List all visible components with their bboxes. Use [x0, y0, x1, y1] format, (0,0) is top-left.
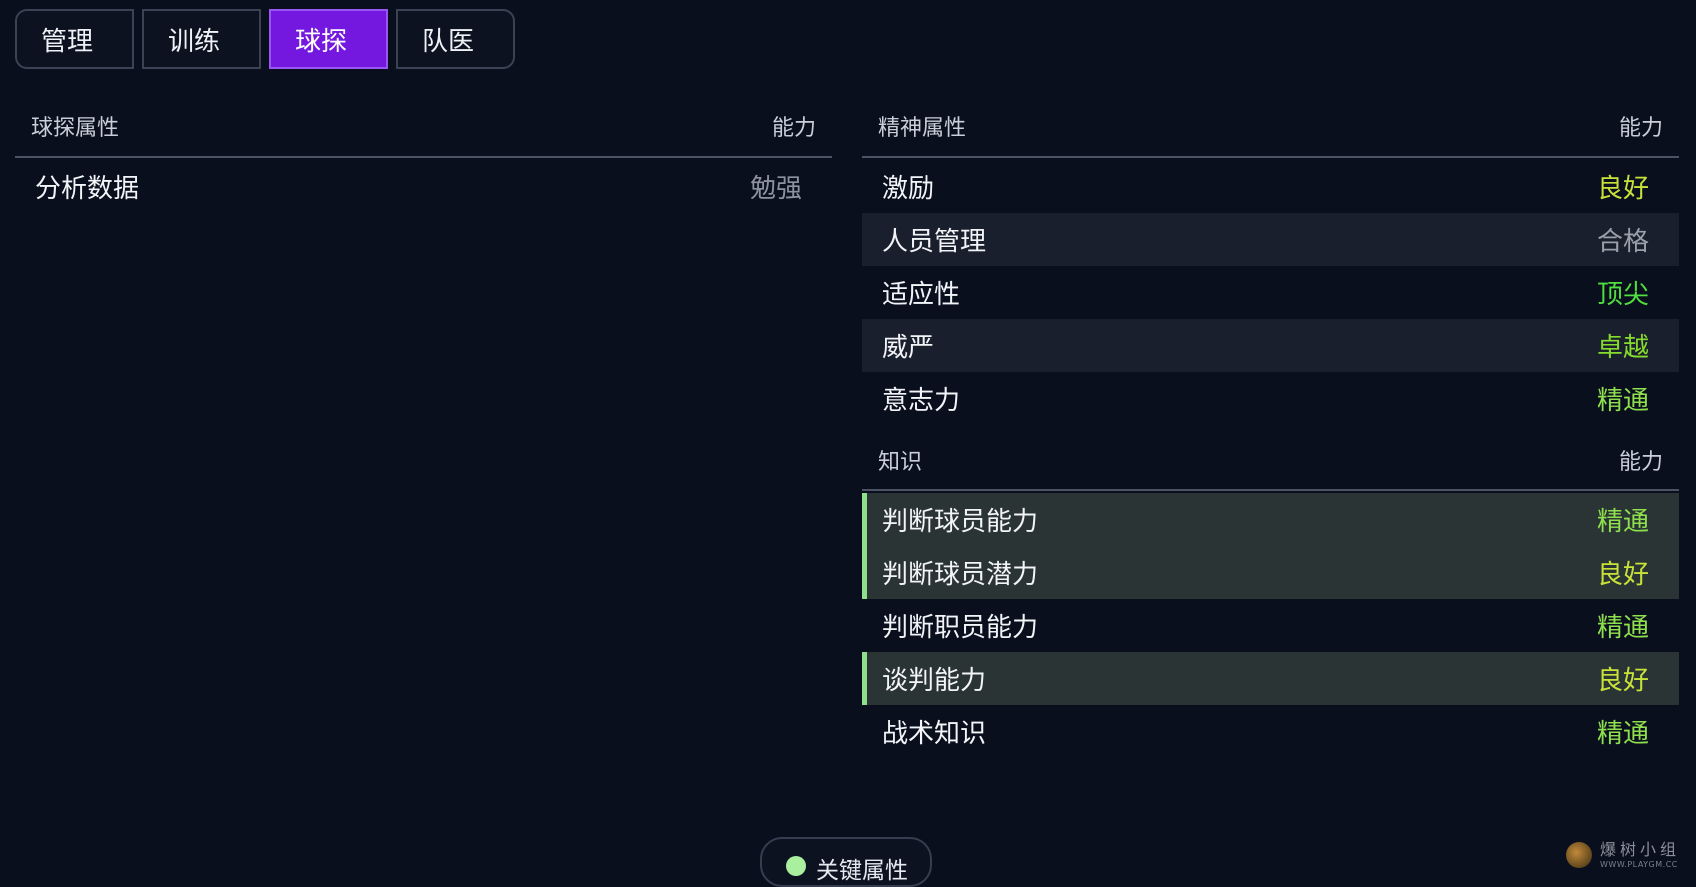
key-attributes-legend[interactable]: 关键属性 [760, 837, 932, 887]
attribute-name: 威严 [882, 333, 935, 363]
scouting-attributes-panel: 球探属性 能力 分析数据 勉强 [15, 96, 832, 213]
attribute-rating: 精通 [1596, 719, 1649, 749]
watermark-badge-icon [1566, 842, 1592, 868]
attribute-name: 意志力 [882, 386, 961, 416]
mental-knowledge-panel: 精神属性 能力 激励 良好 人员管理 合格 适应性 顶尖 威严 卓越 意志力 精通 知识 能力 判… [862, 96, 1679, 758]
scouting-header: 球探属性 能力 [15, 96, 832, 158]
section-title: 知识 [878, 450, 923, 475]
attribute-name: 激励 [882, 174, 935, 204]
knowledge-attribute-row[interactable]: 判断球员能力 精通 [862, 493, 1679, 546]
tab-medical[interactable]: 队医 [396, 9, 515, 69]
mental-rows: 激励 良好人员管理 合格适应性 顶尖威严 卓越意志力 精通 [862, 158, 1679, 425]
tab-label: 队医 [422, 26, 475, 57]
knowledge-attribute-row[interactable]: 战术知识 精通 [862, 705, 1679, 758]
mental-attribute-row[interactable]: 激励 良好 [862, 160, 1679, 213]
scouting-rows: 分析数据 勉强 [15, 158, 832, 213]
attribute-rating: 顶尖 [1596, 280, 1649, 310]
ability-column-header: 能力 [1618, 450, 1663, 475]
section-title: 精神属性 [878, 116, 967, 141]
tab-label: 管理 [41, 26, 94, 57]
watermark-text: 爆树小组 [1600, 839, 1681, 859]
mental-attribute-row[interactable]: 适应性 顶尖 [862, 266, 1679, 319]
knowledge-header: 知识 能力 [862, 431, 1679, 491]
attribute-rating: 良好 [1596, 666, 1649, 696]
mental-attribute-row[interactable]: 意志力 精通 [862, 372, 1679, 425]
mental-attribute-row[interactable]: 人员管理 合格 [862, 213, 1679, 266]
tab-bar: 管理 训练 球探 队医 [15, 9, 515, 69]
ability-column-header: 能力 [771, 116, 816, 141]
attribute-name: 分析数据 [35, 174, 140, 204]
attribute-rating: 良好 [1596, 174, 1649, 204]
knowledge-attribute-row[interactable]: 判断职员能力 精通 [862, 599, 1679, 652]
attribute-name: 战术知识 [882, 719, 987, 749]
key-attribute-dot-icon [786, 856, 806, 876]
tab-scouting[interactable]: 球探 [269, 9, 388, 69]
attribute-name: 判断职员能力 [882, 613, 1039, 643]
attribute-rating: 合格 [1596, 227, 1649, 257]
attribute-rating: 卓越 [1596, 333, 1649, 363]
knowledge-attribute-row[interactable]: 判断球员潜力 良好 [862, 546, 1679, 599]
attribute-rating: 精通 [1596, 507, 1649, 537]
attribute-rating: 良好 [1596, 560, 1649, 590]
mental-attribute-row[interactable]: 威严 卓越 [862, 319, 1679, 372]
attribute-name: 适应性 [882, 280, 961, 310]
knowledge-rows: 判断球员能力 精通 判断球员潜力 良好 判断职员能力 精通 谈判能力 良好 战术知识 精通 [862, 491, 1679, 758]
watermark-logo: 爆树小组 WWW.PLAYGM.CC [1566, 838, 1692, 872]
tab-label: 训练 [168, 26, 221, 57]
watermark-url: WWW.PLAYGM.CC [1600, 859, 1678, 869]
tab-label: 球探 [295, 26, 348, 57]
attribute-name: 判断球员潜力 [882, 560, 1039, 590]
ability-column-header: 能力 [1618, 116, 1663, 141]
attribute-rating: 精通 [1596, 613, 1649, 643]
attribute-rating: 勉强 [749, 174, 802, 204]
section-title: 球探属性 [31, 116, 120, 141]
attribute-name: 人员管理 [882, 227, 987, 257]
attribute-rating: 精通 [1596, 386, 1649, 416]
tab-management[interactable]: 管理 [15, 9, 134, 69]
legend-label: 关键属性 [816, 858, 908, 884]
attribute-name: 谈判能力 [882, 666, 987, 696]
attribute-name: 判断球员能力 [882, 507, 1039, 537]
tab-training[interactable]: 训练 [142, 9, 261, 69]
scouting-attribute-row[interactable]: 分析数据 勉强 [15, 160, 832, 213]
knowledge-attribute-row[interactable]: 谈判能力 良好 [862, 652, 1679, 705]
mental-header: 精神属性 能力 [862, 96, 1679, 158]
